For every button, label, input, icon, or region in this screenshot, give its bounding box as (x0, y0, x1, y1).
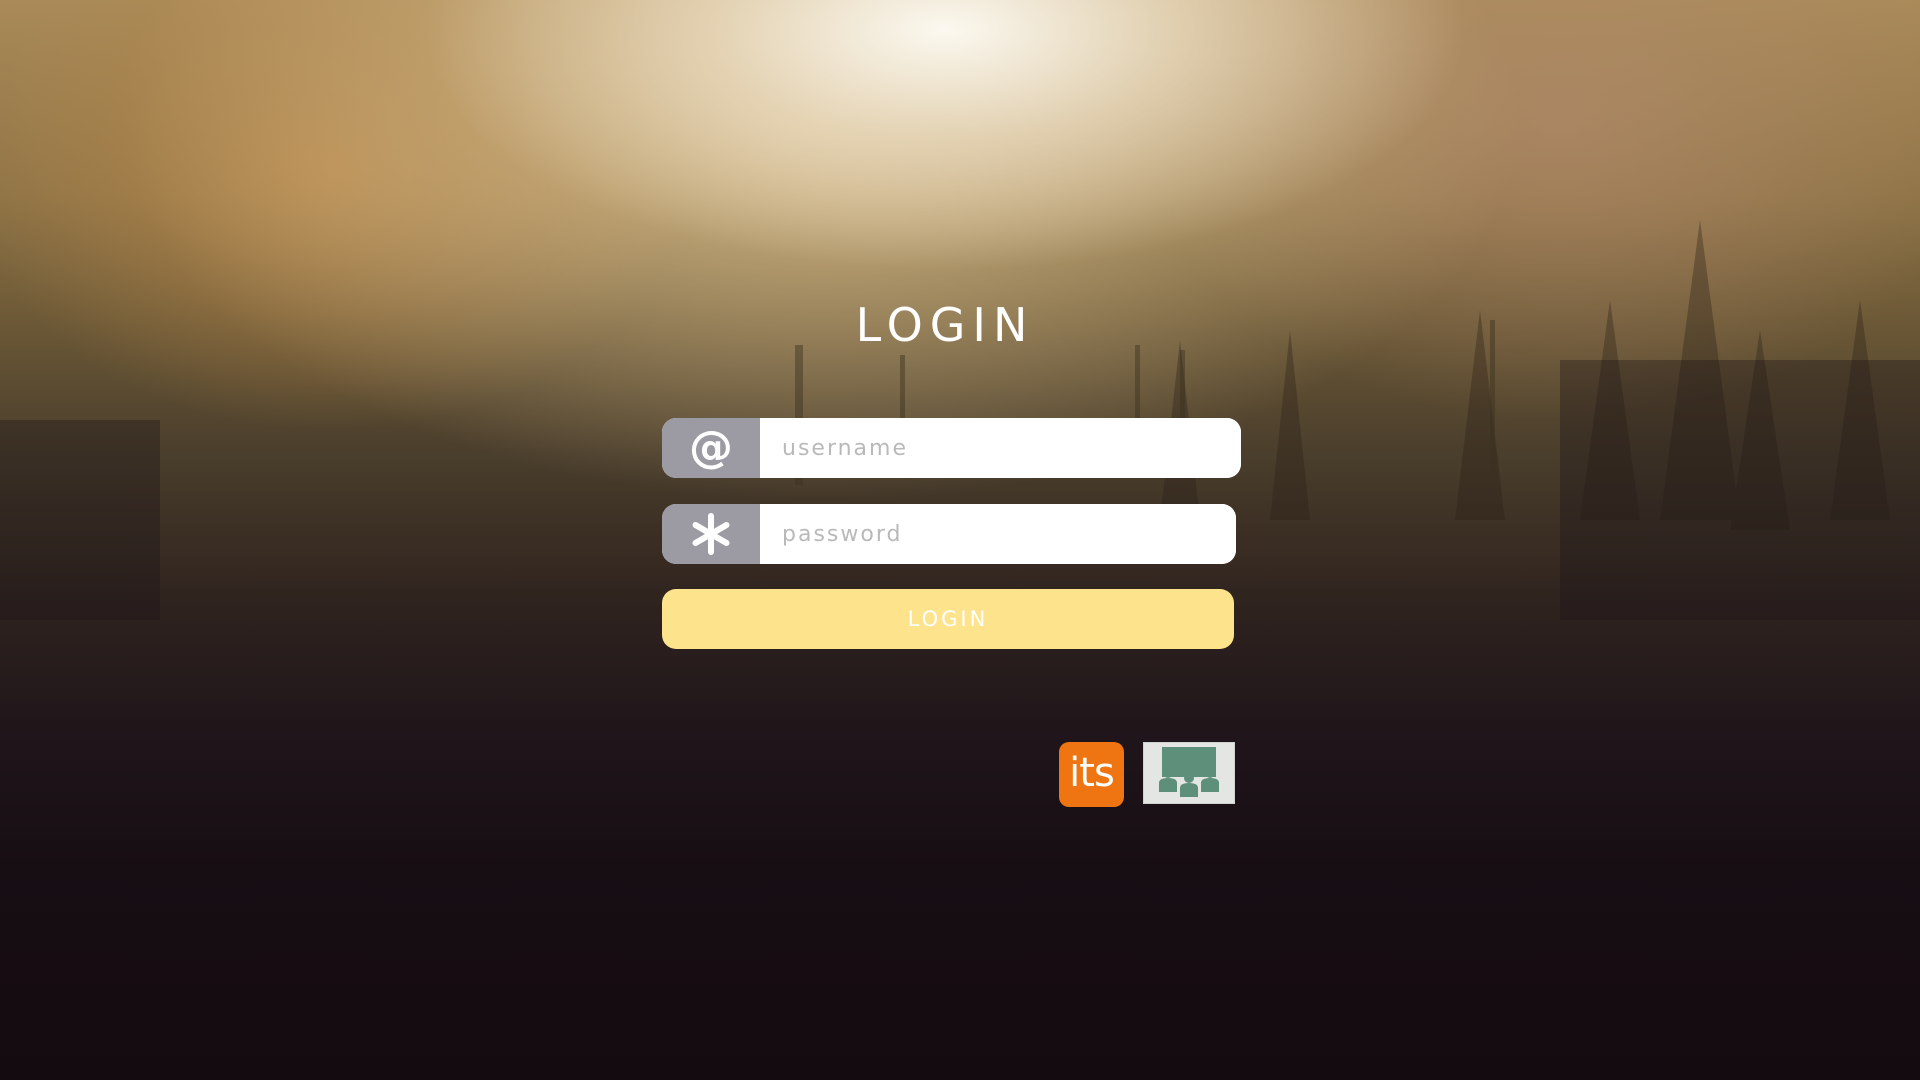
login-button[interactable]: LOGIN (662, 589, 1234, 649)
asterisk-icon (662, 504, 760, 564)
password-field[interactable] (662, 504, 1236, 564)
at-icon: @ (662, 418, 760, 478)
page-title: LOGIN (855, 298, 1035, 352)
classroom-logo (1143, 742, 1235, 804)
username-field[interactable]: @ (662, 418, 1241, 478)
its-logo: its (1059, 742, 1124, 807)
username-input[interactable] (760, 418, 1241, 478)
password-input[interactable] (760, 504, 1236, 564)
